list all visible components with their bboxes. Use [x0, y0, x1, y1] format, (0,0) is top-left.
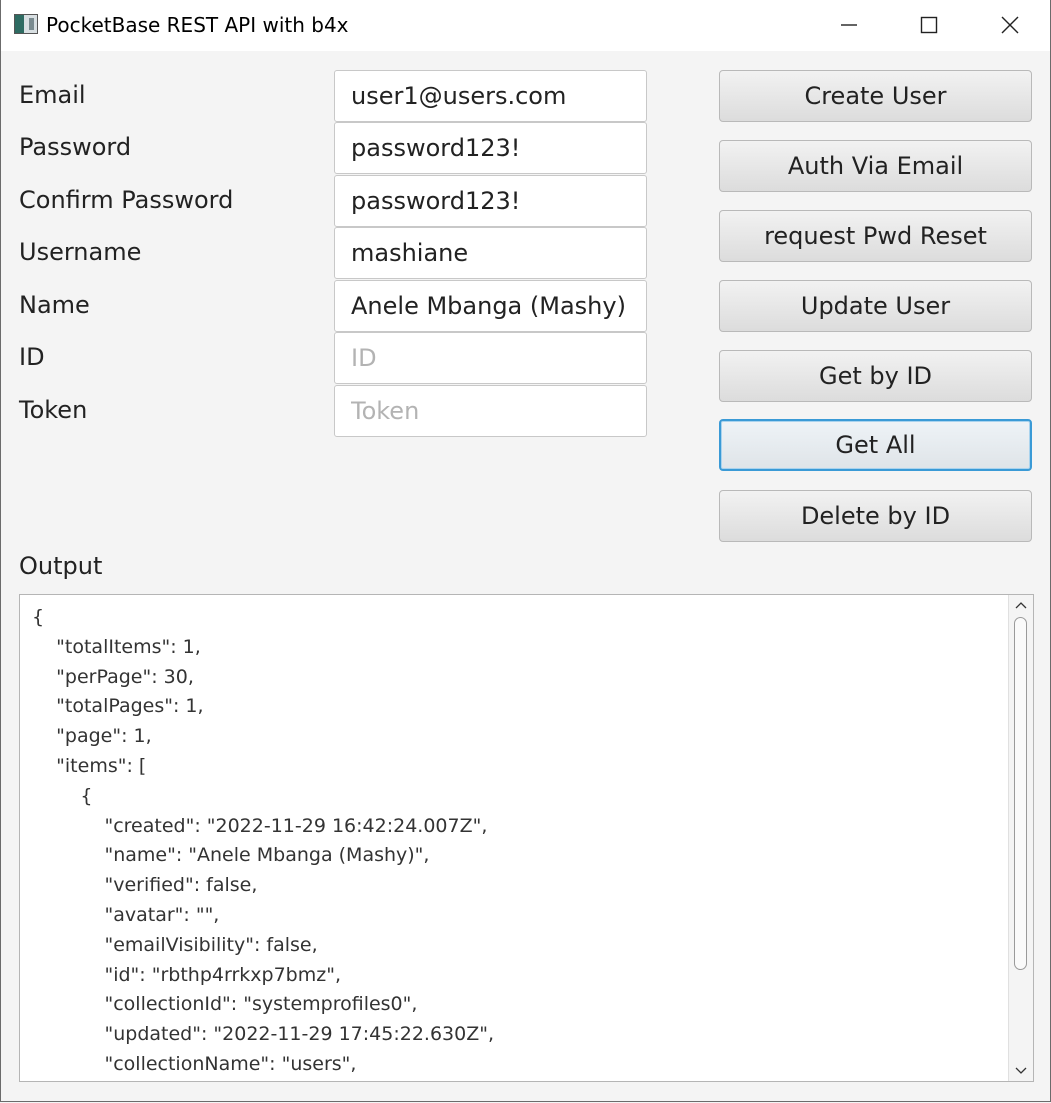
update-user-button[interactable]: Update User [719, 280, 1032, 332]
app-icon [14, 14, 38, 34]
title-bar[interactable]: PocketBase REST API with b4x [1, 0, 1050, 51]
maximize-button[interactable] [889, 0, 969, 51]
chevron-down-icon [1015, 1067, 1027, 1074]
token-label: Token [19, 396, 88, 424]
scrollbar-thumb[interactable] [1014, 617, 1027, 970]
confirm-password-label: Confirm Password [19, 186, 234, 214]
token-field[interactable] [334, 385, 647, 437]
chevron-up-icon [1015, 602, 1027, 609]
username-label: Username [19, 238, 142, 266]
close-icon [1001, 16, 1019, 34]
email-field[interactable] [334, 70, 647, 122]
output-text[interactable]: { "totalItems": 1, "perPage": 30, "total… [32, 603, 494, 1080]
confirm-password-field[interactable] [334, 175, 647, 227]
create-user-button[interactable]: Create User [719, 70, 1032, 122]
app-window: PocketBase REST API with b4x Email Passw… [0, 0, 1051, 1102]
password-field[interactable] [334, 122, 647, 174]
email-label: Email [19, 81, 86, 109]
output-scrollbar[interactable] [1008, 595, 1033, 1081]
delete-by-id-button[interactable]: Delete by ID [719, 490, 1032, 542]
auth-via-email-button[interactable]: Auth Via Email [719, 140, 1032, 192]
username-field[interactable] [334, 227, 647, 279]
name-field[interactable] [334, 280, 647, 332]
close-button[interactable] [970, 0, 1050, 51]
get-all-button[interactable]: Get All [719, 419, 1032, 471]
request-pwd-reset-button[interactable]: request Pwd Reset [719, 210, 1032, 262]
scroll-up-button[interactable] [1009, 595, 1033, 615]
id-field[interactable] [334, 332, 647, 384]
output-textarea[interactable]: { "totalItems": 1, "perPage": 30, "total… [19, 594, 1034, 1082]
get-by-id-button[interactable]: Get by ID [719, 350, 1032, 402]
minimize-icon [841, 24, 857, 26]
minimize-button[interactable] [809, 0, 889, 51]
maximize-icon [920, 16, 938, 34]
scroll-down-button[interactable] [1009, 1061, 1033, 1081]
name-label: Name [19, 291, 90, 319]
output-label: Output [19, 552, 103, 580]
password-label: Password [19, 133, 132, 161]
id-label: ID [19, 343, 45, 371]
window-title: PocketBase REST API with b4x [46, 13, 349, 37]
